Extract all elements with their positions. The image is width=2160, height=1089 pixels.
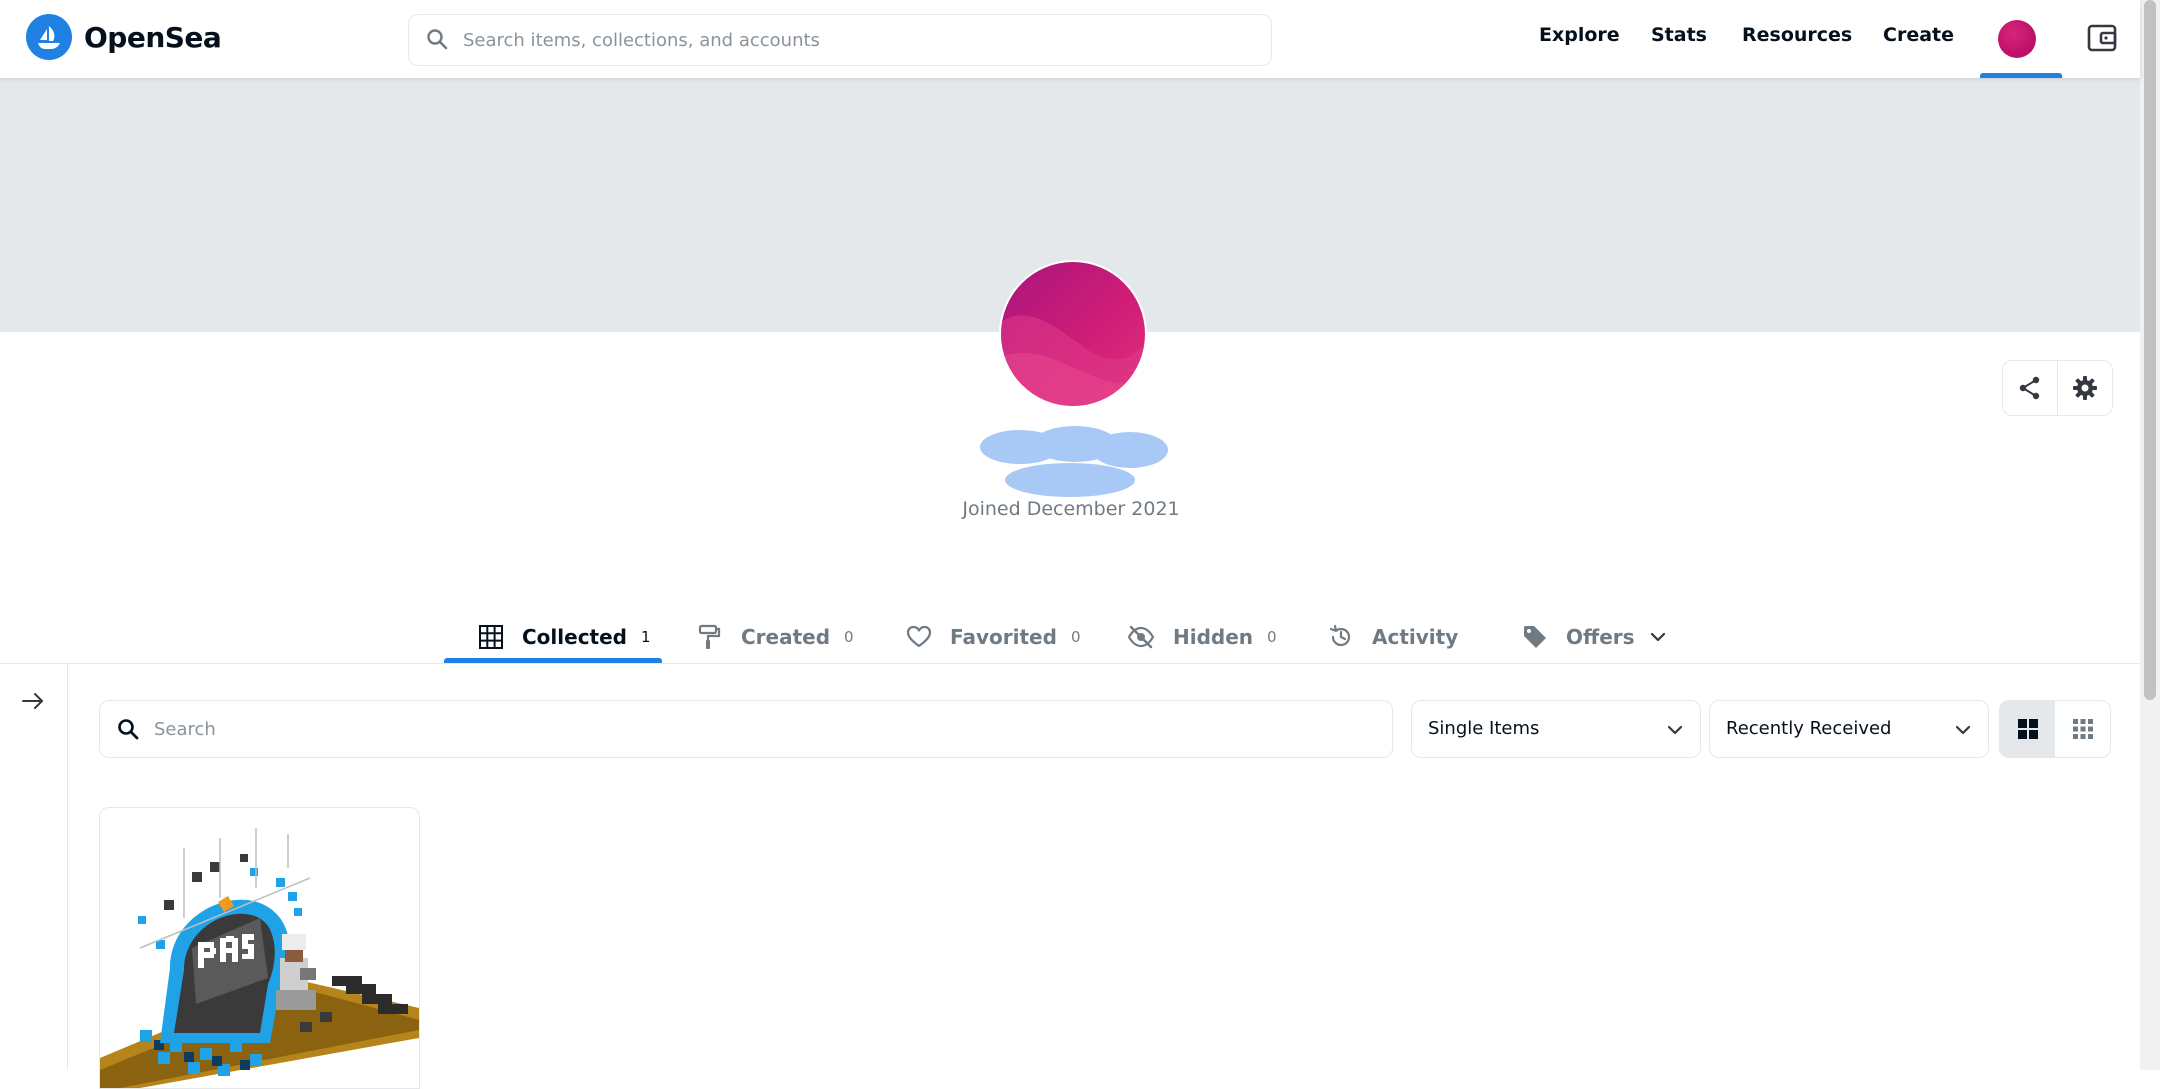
- tab-collected[interactable]: Collected 1: [478, 612, 651, 662]
- share-button[interactable]: [2002, 360, 2058, 416]
- heart-icon: [906, 625, 932, 648]
- paint-roller-icon: [698, 624, 721, 649]
- nav-explore[interactable]: Explore: [1539, 24, 1620, 46]
- wallet-icon[interactable]: [2086, 22, 2118, 54]
- sort-select[interactable]: Recently Received: [1709, 700, 1989, 758]
- tab-hidden[interactable]: Hidden 0: [1127, 612, 1277, 662]
- nft-image: [100, 808, 419, 1088]
- sort-value: Recently Received: [1726, 718, 1892, 739]
- opensea-logo[interactable]: OpenSea: [26, 14, 222, 60]
- gear-icon: [2073, 376, 2097, 400]
- joined-date: Joined December 2021: [962, 498, 1180, 520]
- top-navbar: OpenSea Explore Stats Resources Create: [0, 0, 2140, 78]
- search-icon: [118, 719, 139, 740]
- opensea-boat-icon: [26, 14, 72, 60]
- share-icon: [2019, 376, 2040, 400]
- chevron-down-icon: [1955, 725, 1971, 735]
- scrollbar-thumb[interactable]: [2144, 0, 2156, 700]
- brand-name: OpenSea: [84, 20, 222, 54]
- nav-create[interactable]: Create: [1883, 24, 1954, 46]
- nav-resources[interactable]: Resources: [1742, 24, 1852, 46]
- items-search[interactable]: [99, 700, 1393, 758]
- tabs-divider: [0, 663, 2140, 664]
- settings-button[interactable]: [2057, 360, 2113, 416]
- items-search-input[interactable]: [152, 701, 1356, 757]
- tab-favorited-count: 0: [1070, 628, 1081, 646]
- redacted-username: [980, 426, 1168, 497]
- arrow-right-icon[interactable]: [20, 688, 46, 714]
- global-search-input[interactable]: [461, 15, 1245, 65]
- tab-activity-label: Activity: [1372, 625, 1459, 649]
- nft-card[interactable]: [99, 807, 420, 1089]
- profile-avatar-button[interactable]: [1998, 20, 2036, 58]
- tab-offers[interactable]: Offers: [1522, 612, 1667, 662]
- tab-created-label: Created: [741, 625, 831, 649]
- tab-hidden-count: 0: [1267, 628, 1277, 646]
- item-type-select[interactable]: Single Items: [1411, 700, 1701, 758]
- global-search[interactable]: [408, 14, 1272, 66]
- filter-sidebar: [0, 664, 68, 1070]
- nav-stats[interactable]: Stats: [1651, 24, 1707, 46]
- tab-activity[interactable]: Activity: [1328, 612, 1458, 662]
- tab-collected-label: Collected: [522, 625, 627, 649]
- view-mode-toggle: [1999, 700, 2111, 758]
- search-icon: [427, 29, 448, 50]
- chevron-down-icon: [1667, 725, 1683, 735]
- tab-offers-label: Offers: [1566, 625, 1635, 649]
- grid-icon: [479, 625, 503, 649]
- tag-icon: [1524, 626, 1546, 648]
- tab-favorited[interactable]: Favorited 0: [906, 612, 1080, 662]
- profile-avatar: [999, 260, 1147, 408]
- history-icon: [1329, 624, 1351, 647]
- tab-collected-count: 1: [641, 628, 651, 646]
- tab-hidden-label: Hidden: [1173, 625, 1254, 649]
- item-type-value: Single Items: [1428, 718, 1540, 739]
- chevron-down-icon: [1650, 632, 1665, 642]
- large-grid-view-button[interactable]: [2000, 701, 2055, 757]
- tab-favorited-label: Favorited: [950, 625, 1057, 649]
- tab-created[interactable]: Created 0: [697, 612, 854, 662]
- eye-off-icon: [1127, 625, 1155, 649]
- large-grid-icon: [2017, 719, 2038, 739]
- small-grid-icon: [2072, 719, 2093, 739]
- tab-created-count: 0: [844, 628, 854, 646]
- small-grid-view-button[interactable]: [2055, 701, 2110, 757]
- profile-active-indicator: [1980, 73, 2062, 78]
